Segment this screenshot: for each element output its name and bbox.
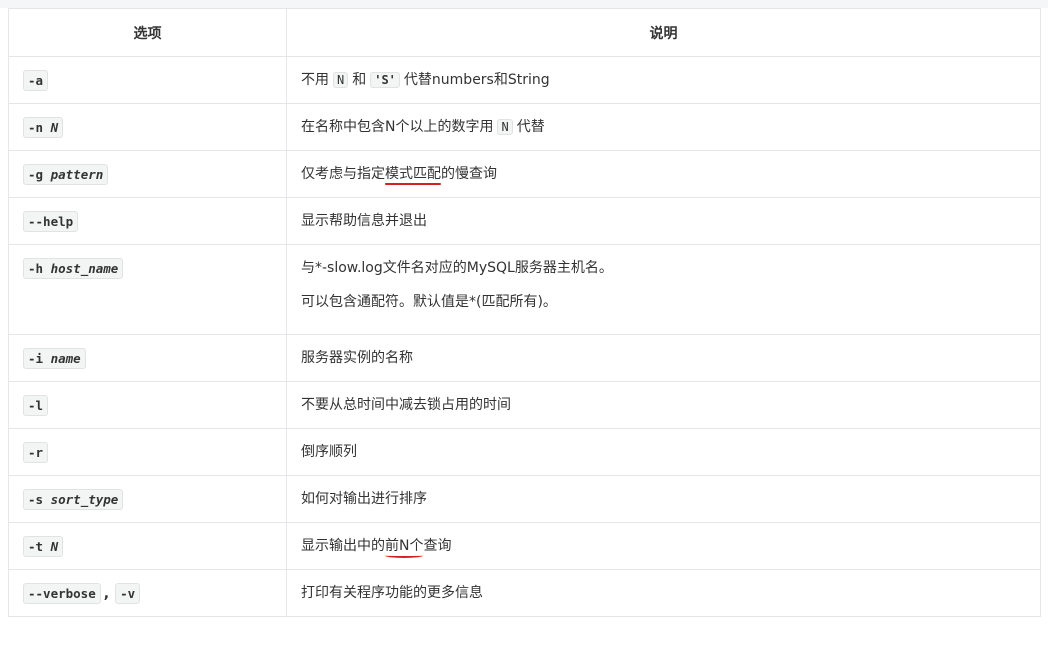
description-cell: 与*-slow.log文件名对应的MySQL服务器主机名。 可以包含通配符。默认…: [286, 244, 1041, 335]
inline-code: N: [333, 72, 349, 88]
option-cell: -a: [8, 56, 287, 104]
option-code: -g pattern: [23, 164, 109, 185]
red-underline-annotation: 模式匹配: [385, 166, 441, 182]
option-cell: -g pattern: [8, 150, 287, 198]
description-cell: 如何对输出进行排序: [286, 475, 1041, 523]
table-row: -l 不要从总时间中减去锁占用的时间: [8, 381, 1041, 429]
description-cell: 倒序顺列: [286, 428, 1041, 476]
option-code: -l: [23, 395, 49, 416]
description-cell: 显示输出中的前N个查询: [286, 522, 1041, 570]
header-description: 说明: [286, 8, 1041, 57]
option-code: -t N: [23, 536, 64, 557]
option-code: -h host_name: [23, 258, 124, 279]
option-code: -s sort_type: [23, 489, 124, 510]
description-cell: 打印有关程序功能的更多信息: [286, 569, 1041, 617]
header-option: 选项: [8, 8, 287, 57]
table-row: -i name 服务器实例的名称: [8, 334, 1041, 382]
option-code: --help: [23, 211, 79, 232]
table-row: --verbose, -v 打印有关程序功能的更多信息: [8, 569, 1041, 617]
option-code: -n N: [23, 117, 64, 138]
option-cell: --verbose, -v: [8, 569, 287, 617]
option-code: -v: [115, 583, 141, 604]
red-underline-annotation: 前N个: [385, 538, 424, 554]
page: 选项 说明 -a 不用 N 和 'S' 代替numbers和String -n N 在名…: [0, 8, 1048, 654]
table-row: -s sort_type 如何对输出进行排序: [8, 475, 1041, 523]
option-cell: -t N: [8, 522, 287, 570]
option-cell: -r: [8, 428, 287, 476]
table-row: -t N 显示输出中的前N个查询: [8, 522, 1041, 570]
description-line: 可以包含通配符。默认值是*(匹配所有)。: [301, 294, 557, 310]
option-cell: -s sort_type: [8, 475, 287, 523]
option-separator: ,: [103, 586, 110, 602]
table-row: -h host_name 与*-slow.log文件名对应的MySQL服务器主机…: [8, 244, 1041, 335]
inline-code: 'S': [370, 72, 400, 88]
description-cell: 在名称中包含N个以上的数字用 N 代替: [286, 103, 1041, 151]
option-cell: --help: [8, 197, 287, 245]
table-row: -g pattern 仅考虑与指定模式匹配的慢查询: [8, 150, 1041, 198]
description-line: 与*-slow.log文件名对应的MySQL服务器主机名。: [301, 260, 613, 276]
option-code: -i name: [23, 348, 86, 369]
description-cell: 不用 N 和 'S' 代替numbers和String: [286, 56, 1041, 104]
description-cell: 仅考虑与指定模式匹配的慢查询: [286, 150, 1041, 198]
table-row: -a 不用 N 和 'S' 代替numbers和String: [8, 56, 1041, 104]
option-cell: -n N: [8, 103, 287, 151]
inline-code: N: [497, 119, 513, 135]
table-row: -r 倒序顺列: [8, 428, 1041, 476]
option-cell: -l: [8, 381, 287, 429]
option-code: -a: [23, 70, 49, 91]
option-cell: -h host_name: [8, 244, 287, 335]
table-row: -n N 在名称中包含N个以上的数字用 N 代替: [8, 103, 1041, 151]
description-cell: 不要从总时间中减去锁占用的时间: [286, 381, 1041, 429]
option-code: -r: [23, 442, 49, 463]
table-row: --help 显示帮助信息并退出: [8, 197, 1041, 245]
description-cell: 服务器实例的名称: [286, 334, 1041, 382]
description-cell: 显示帮助信息并退出: [286, 197, 1041, 245]
option-code: --verbose: [23, 583, 101, 604]
option-cell: -i name: [8, 334, 287, 382]
options-table: 选项 说明 -a 不用 N 和 'S' 代替numbers和String -n N 在名…: [8, 8, 1041, 617]
table-header-row: 选项 说明: [8, 8, 1041, 57]
